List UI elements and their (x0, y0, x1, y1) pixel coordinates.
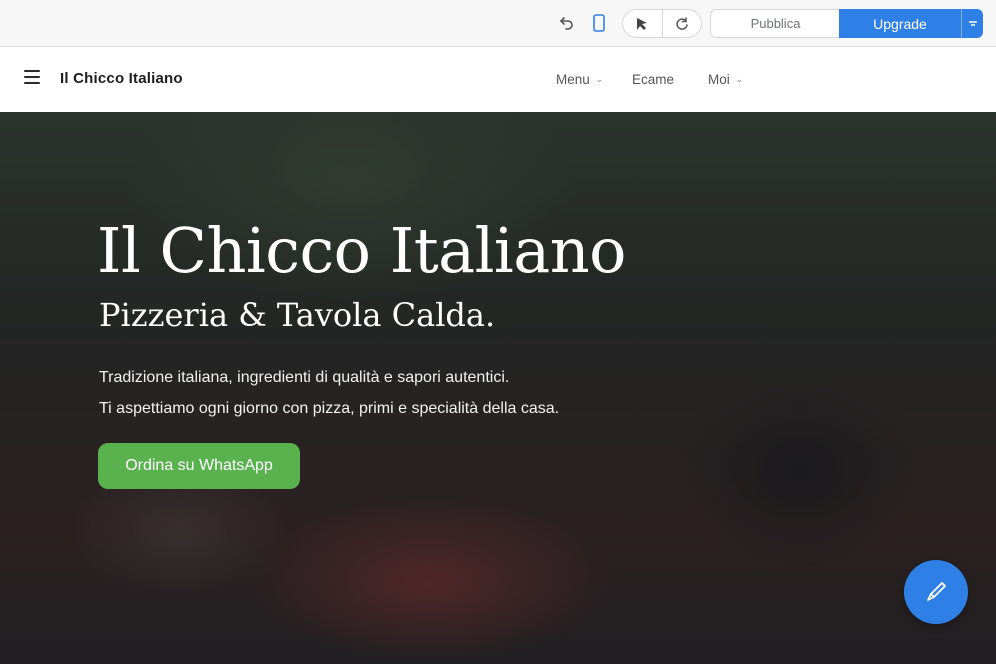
brush-icon (927, 582, 946, 601)
nav-item-label: Menu (556, 72, 590, 87)
nav-item-menu[interactable]: Menu ⌄ (556, 72, 603, 87)
tool-group (622, 9, 702, 38)
upgrade-label: Upgrade (873, 15, 927, 32)
hero-description-line-2: Ti aspettiamo ogni giorno con pizza, pri… (99, 400, 560, 417)
nav-item-ecame[interactable]: Ecame (632, 72, 674, 87)
pointer-icon[interactable] (623, 10, 662, 37)
chevron-down-icon: ⌄ (595, 74, 604, 84)
editor-toolbar: Pubblica Upgrade (0, 0, 996, 47)
edit-design-button[interactable] (904, 560, 968, 624)
upgrade-button[interactable]: Upgrade (839, 9, 983, 38)
chevron-down-icon: ⌄ (735, 74, 744, 84)
mobile-preview-icon[interactable] (588, 12, 610, 34)
nav-item-label: Moi (708, 72, 730, 87)
publish-button[interactable]: Pubblica (710, 9, 840, 38)
site-brand[interactable]: Il Chicco Italiano (60, 70, 183, 87)
hero-subtitle: Pizzeria & Tavola Calda. (99, 296, 496, 334)
nav-item-moi[interactable]: Moi ⌄ (708, 72, 743, 87)
nav-item-label: Ecame (632, 72, 675, 87)
hero-background-photo (0, 112, 996, 664)
hero-section: Il Chicco Italiano Pizzeria & Tavola Cal… (0, 112, 996, 664)
refresh-icon[interactable] (661, 10, 702, 37)
whatsapp-order-button[interactable]: Ordina su WhatsApp (98, 443, 300, 489)
site-navbar: Il Chicco Italiano Menu ⌄ Ecame Moi ⌄ (0, 48, 996, 112)
upgrade-dropdown-icon[interactable] (961, 9, 983, 38)
hero-description-line-1: Tradizione italiana, ingredienti di qual… (99, 369, 510, 386)
undo-icon[interactable] (556, 12, 578, 34)
hero-title: Il Chicco Italiano (97, 214, 626, 287)
hamburger-menu-icon[interactable] (24, 70, 40, 86)
